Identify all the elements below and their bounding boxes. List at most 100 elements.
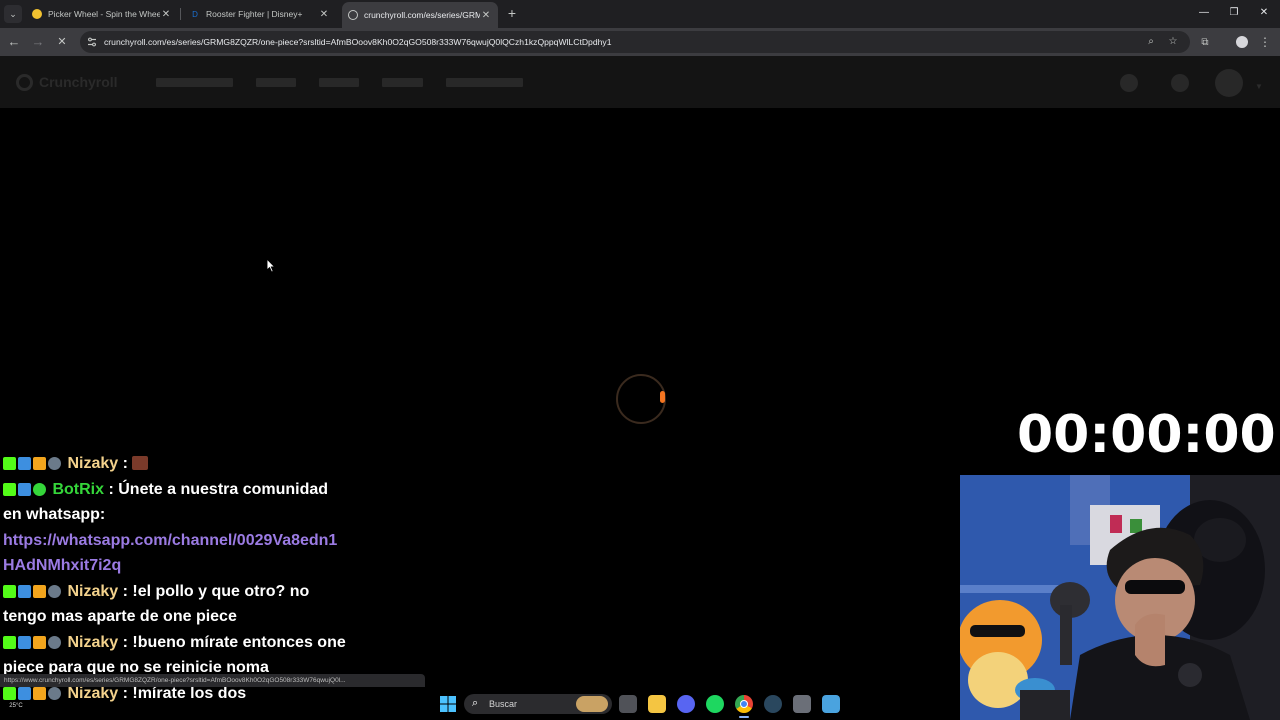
picker-wheel-favicon-icon bbox=[32, 9, 42, 19]
chat-message: Nizaky : bbox=[3, 451, 348, 477]
chat-separator: : bbox=[118, 582, 133, 600]
search-placeholder: Buscar bbox=[489, 699, 518, 709]
stop-icon[interactable]: ✕ bbox=[53, 33, 71, 51]
task-view-icon[interactable] bbox=[619, 695, 637, 713]
file-explorer-icon[interactable] bbox=[648, 695, 666, 713]
webcam-feed bbox=[960, 475, 1280, 720]
avatar-skeleton bbox=[1215, 69, 1243, 97]
weather-widget[interactable]: 25°C bbox=[2, 697, 30, 715]
nav-skeleton bbox=[382, 78, 423, 87]
stream-chat: Nizaky : BotRix : Únete a nuestra comuni… bbox=[3, 451, 348, 706]
chat-username: BotRix bbox=[52, 480, 105, 498]
taskbar-search[interactable]: ⌕ Buscar bbox=[464, 694, 612, 714]
menu-icon[interactable]: ⋮ bbox=[1259, 33, 1271, 51]
active-app-indicator bbox=[739, 716, 749, 718]
tab-title: Rooster Fighter | Disney+ bbox=[206, 9, 303, 19]
windows-start-icon[interactable] bbox=[439, 695, 457, 713]
chat-message: BotRix : Únete a nuestra comunidad en wh… bbox=[3, 477, 348, 579]
tab-title: crunchyroll.com/es/series/GRM bbox=[364, 10, 480, 20]
restore-icon[interactable]: ❐ bbox=[1227, 5, 1241, 21]
link-status-bar: https://www.crunchyroll.com/es/series/GR… bbox=[0, 674, 425, 687]
chat-username: Nizaky bbox=[67, 455, 119, 472]
mod-badge-icon bbox=[48, 584, 61, 598]
close-window-icon[interactable]: ✕ bbox=[1257, 5, 1271, 21]
nav-skeleton bbox=[446, 78, 523, 87]
emote-icon bbox=[132, 456, 149, 470]
sub-badge-icon bbox=[18, 457, 31, 470]
extensions-icon[interactable]: ⧉ bbox=[1198, 36, 1212, 50]
tab-title: Picker Wheel - Spin the Wheel to bbox=[48, 9, 160, 19]
disney-favicon-icon: D bbox=[192, 9, 198, 19]
crunchyroll-logo-icon bbox=[16, 73, 33, 91]
discord-icon[interactable] bbox=[677, 695, 695, 713]
tab-disney-plus[interactable]: D Rooster Fighter | Disney+ ✕ bbox=[184, 3, 336, 25]
new-tab-button[interactable]: + bbox=[505, 4, 519, 22]
browser-toolbar: ← → ✕ crunchyroll.com/es/series/GRMG8ZQZ… bbox=[0, 28, 1280, 56]
tab-divider bbox=[180, 8, 181, 20]
nav-skeleton bbox=[319, 78, 359, 87]
mouse-cursor-icon bbox=[266, 258, 276, 273]
logo-text: Crunchyroll bbox=[39, 74, 118, 90]
steam-icon[interactable] bbox=[764, 695, 782, 713]
site-info-icon[interactable] bbox=[86, 36, 98, 48]
chat-message: Nizaky : !el pollo y que otro? no tengo … bbox=[3, 579, 348, 630]
back-icon[interactable]: ← bbox=[5, 33, 23, 51]
crunchyroll-header: Crunchyroll bbox=[0, 56, 1280, 108]
search-icon: ⌕ bbox=[472, 697, 479, 709]
kick-badge-icon bbox=[3, 584, 16, 598]
verified-badge-icon bbox=[33, 482, 46, 496]
mod-badge-icon bbox=[48, 635, 61, 649]
chat-link[interactable]: https://whatsapp.com/channel/0029Va8edn1… bbox=[3, 528, 348, 579]
chat-separator: : bbox=[118, 455, 133, 472]
mod-badge-icon bbox=[48, 457, 61, 470]
gift-badge-icon bbox=[33, 635, 46, 649]
bookmark-star-icon[interactable]: ☆ bbox=[1166, 35, 1180, 49]
url-text: crunchyroll.com/es/series/GRMG8ZQZR/one-… bbox=[104, 37, 612, 47]
profile-icon[interactable] bbox=[1234, 34, 1250, 50]
user-badges bbox=[3, 581, 63, 598]
gift-badge-icon bbox=[33, 584, 46, 598]
zoom-icon[interactable]: ⌕ bbox=[1144, 35, 1158, 49]
loading-spinner bbox=[616, 374, 666, 424]
stream-timer: 00:00:00 bbox=[1017, 405, 1276, 465]
chat-separator: : bbox=[118, 633, 133, 651]
notepad-icon[interactable] bbox=[822, 695, 840, 713]
icon-skeleton bbox=[1120, 74, 1138, 92]
minimize-icon[interactable]: — bbox=[1197, 5, 1211, 21]
loading-favicon-icon bbox=[348, 10, 358, 20]
tab-strip: ⌄ Picker Wheel - Spin the Wheel to ✕ D R… bbox=[0, 0, 1280, 28]
icon-skeleton bbox=[1171, 74, 1189, 92]
sub-badge-icon bbox=[18, 584, 31, 598]
user-badges bbox=[3, 632, 63, 649]
chat-username: Nizaky bbox=[67, 582, 119, 600]
kick-badge-icon bbox=[3, 482, 16, 496]
chevron-down-icon: ▼ bbox=[1255, 82, 1263, 91]
tab-search-icon[interactable]: ⌄ bbox=[4, 5, 22, 23]
address-bar[interactable]: crunchyroll.com/es/series/GRMG8ZQZR/one-… bbox=[80, 31, 1190, 53]
user-badges bbox=[3, 453, 63, 470]
chat-separator: : bbox=[104, 480, 119, 498]
widgets-icon[interactable] bbox=[576, 696, 608, 712]
chat-message: Nizaky : !bueno mírate entonces one piec… bbox=[3, 630, 348, 681]
chat-username: Nizaky bbox=[67, 633, 119, 651]
crunchyroll-logo[interactable]: Crunchyroll bbox=[16, 73, 118, 91]
webcam-image bbox=[960, 475, 1280, 720]
forward-icon[interactable]: → bbox=[29, 33, 47, 51]
tab-picker-wheel[interactable]: Picker Wheel - Spin the Wheel to ✕ bbox=[26, 3, 178, 25]
spotify-icon[interactable] bbox=[706, 695, 724, 713]
tab-crunchyroll[interactable]: crunchyroll.com/es/series/GRM ✕ bbox=[342, 2, 498, 28]
user-badges bbox=[3, 479, 48, 496]
gift-badge-icon bbox=[33, 457, 46, 470]
calculator-icon[interactable] bbox=[793, 695, 811, 713]
close-tab-icon[interactable]: ✕ bbox=[160, 9, 172, 20]
nav-skeleton bbox=[256, 78, 296, 87]
bot-badge-icon bbox=[18, 482, 31, 496]
nav-skeleton bbox=[156, 78, 233, 87]
loading-spinner-arc bbox=[660, 391, 665, 403]
chrome-icon[interactable] bbox=[735, 695, 753, 713]
kick-badge-icon bbox=[3, 457, 16, 470]
close-tab-icon[interactable]: ✕ bbox=[318, 9, 330, 20]
close-tab-icon[interactable]: ✕ bbox=[480, 10, 492, 21]
kick-badge-icon bbox=[3, 635, 16, 649]
sub-badge-icon bbox=[18, 635, 31, 649]
